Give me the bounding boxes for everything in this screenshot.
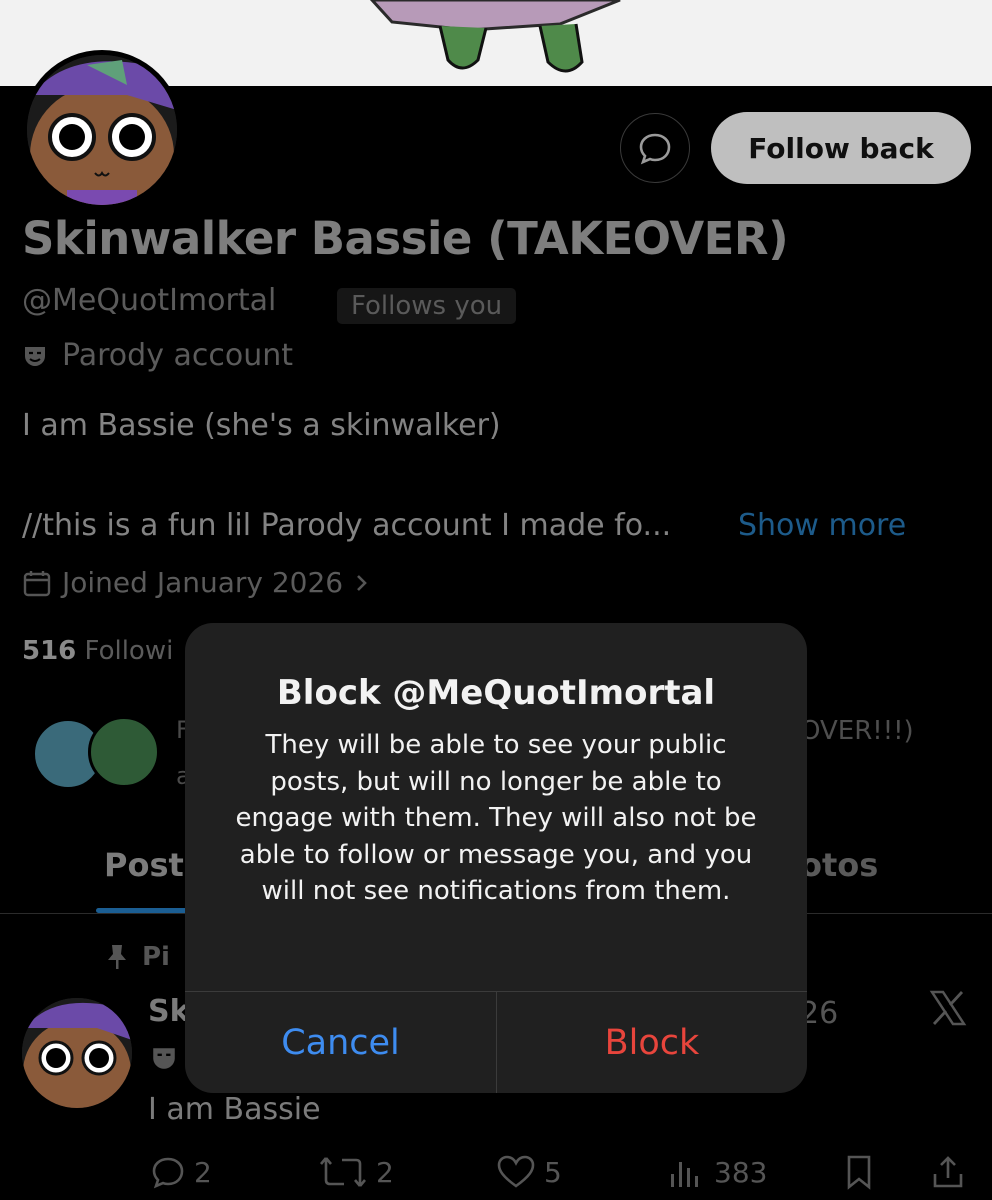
cancel-button[interactable]: Cancel xyxy=(185,992,496,1093)
post-mask-icon xyxy=(150,1044,178,1076)
mutuals-text-right: OVER!!!) xyxy=(800,716,914,746)
profile-avatar[interactable] xyxy=(22,50,182,210)
block-button[interactable]: Block xyxy=(497,992,807,1093)
joined-date[interactable]: Joined January 2026 xyxy=(22,566,371,599)
parody-label-text: Parody account xyxy=(62,338,294,373)
repost-icon xyxy=(320,1157,366,1187)
views-button[interactable]: 383 xyxy=(666,1154,767,1190)
like-button[interactable]: 5 xyxy=(496,1154,562,1190)
x-logo-icon[interactable] xyxy=(928,988,968,1032)
parody-account-label[interactable]: Parody account xyxy=(22,338,293,373)
like-count: 5 xyxy=(544,1155,562,1189)
post-author-avatar[interactable] xyxy=(20,996,134,1110)
message-icon xyxy=(639,133,671,165)
post-author-name[interactable]: Sk xyxy=(148,994,190,1029)
following-label: Followi xyxy=(84,636,174,666)
views-count: 383 xyxy=(714,1155,768,1189)
following-count[interactable]: 516 Followi xyxy=(22,636,173,666)
share-button[interactable] xyxy=(930,1154,966,1190)
mutual-avatar-2[interactable] xyxy=(88,716,160,788)
pinned-label: Pi xyxy=(104,942,170,972)
reply-count: 2 xyxy=(194,1155,212,1189)
bio-line-2: //this is a fun lil Parody account I mad… xyxy=(22,508,672,543)
post-avatar-image xyxy=(22,998,132,1108)
views-icon xyxy=(671,1162,698,1187)
message-button[interactable] xyxy=(620,113,690,183)
chevron-right-icon xyxy=(357,574,367,591)
repost-count: 2 xyxy=(376,1155,394,1189)
reply-icon xyxy=(152,1157,184,1189)
dialog-message: They will be able to see your public pos… xyxy=(235,730,757,907)
post-text: I am Bassie xyxy=(148,1092,321,1127)
pin-icon xyxy=(108,945,126,969)
pinned-text: Pi xyxy=(142,942,170,972)
follows-you-badge: Follows you xyxy=(337,288,517,324)
follow-back-button[interactable]: Follow back xyxy=(711,112,971,184)
avatar-image xyxy=(27,55,177,205)
reply-button[interactable]: 2 xyxy=(150,1154,212,1190)
profile-display-name: Skinwalker Bassie (TAKEOVER) xyxy=(22,212,789,265)
mask-icon xyxy=(25,346,45,366)
joined-text: Joined January 2026 xyxy=(62,566,344,599)
show-more-link[interactable]: Show more xyxy=(738,508,906,543)
following-number: 516 xyxy=(22,636,77,666)
tab-photos[interactable]: otos xyxy=(800,846,878,884)
share-icon xyxy=(933,1156,963,1188)
bookmark-icon xyxy=(847,1155,871,1190)
dialog-title: Block @MeQuotImortal xyxy=(276,673,716,713)
bio-line-1: I am Bassie (she's a skinwalker) xyxy=(22,408,501,443)
tab-posts[interactable]: Post xyxy=(104,846,184,884)
calendar-icon xyxy=(23,570,51,596)
bookmark-button[interactable] xyxy=(842,1154,876,1190)
profile-handle: @MeQuotImortal xyxy=(22,283,277,318)
heart-icon xyxy=(497,1155,535,1188)
block-dialog: Block @MeQuotImortal They will be able t… xyxy=(185,623,807,1093)
repost-button[interactable]: 2 xyxy=(318,1154,394,1190)
